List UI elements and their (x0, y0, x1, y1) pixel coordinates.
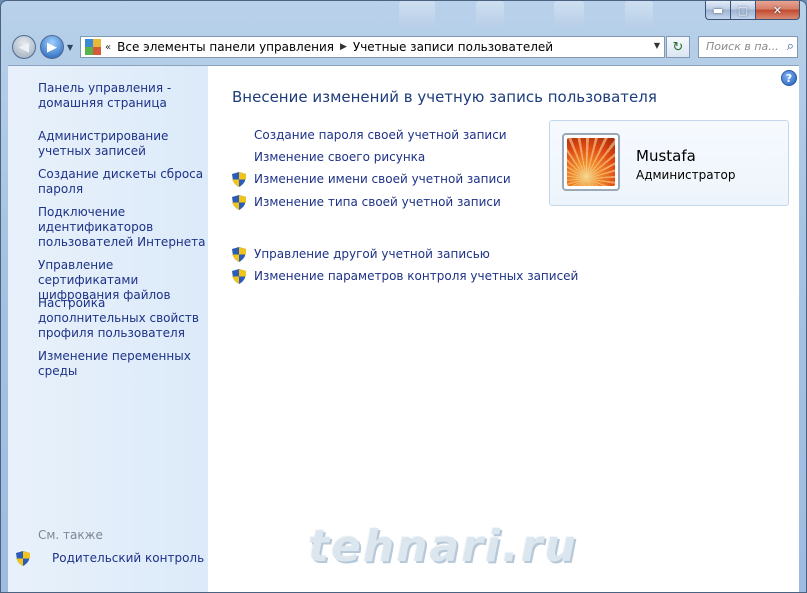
uac-shield-icon (16, 551, 30, 566)
maximize-icon: ▢ (737, 3, 749, 17)
manage-another-account-link[interactable]: Управление другой учетной записью (254, 247, 490, 261)
taskbar-ghost (625, 1, 653, 27)
forward-button[interactable]: ▶ (40, 35, 64, 59)
avatar-image (567, 138, 615, 186)
create-password-link[interactable]: Создание пароля своей учетной записи (254, 128, 507, 142)
close-icon: ✕ (772, 3, 783, 17)
user-role: Администратор (636, 168, 736, 182)
sidebar-item-admin-accounts[interactable]: Администрирование учетных записей (38, 129, 210, 159)
change-picture-link[interactable]: Изменение своего рисунка (254, 150, 425, 164)
content-area: Панель управления - домашняя страница Ад… (8, 65, 799, 592)
window-controls: ▬ ▢ ✕ (705, 1, 800, 20)
uac-shield-icon (232, 195, 246, 210)
parental-control-link[interactable]: Родительский контроль (16, 551, 204, 566)
uac-shield-icon (232, 269, 246, 284)
watermark: tehnari.ru (308, 521, 578, 572)
uac-settings-link[interactable]: Изменение параметров контроля учетных за… (254, 269, 578, 283)
see-also-heading: См. также (38, 528, 103, 542)
control-panel-icon (85, 39, 101, 55)
close-button[interactable]: ✕ (756, 1, 800, 20)
taskbar-ghost (554, 1, 584, 27)
back-button[interactable]: ◀ (12, 35, 36, 59)
breadcrumb-item[interactable]: Все элементы панели управления (117, 40, 334, 54)
change-account-name-link[interactable]: Изменение имени своей учетной записи (254, 172, 511, 186)
user-account-card: Mustafa Администратор (549, 120, 789, 206)
sidebar-item-profile-properties[interactable]: Настройка дополнительных свойств профиля… (38, 296, 210, 341)
uac-shield-icon (232, 247, 246, 262)
address-bar[interactable]: « Все элементы панели управления ▶ Учетн… (80, 36, 665, 58)
taskbar-ghost (399, 1, 435, 27)
breadcrumb-overflow[interactable]: « (105, 42, 111, 53)
sidebar-item-env-variables[interactable]: Изменение переменных среды (38, 349, 210, 379)
sidebar-item-online-ids[interactable]: Подключение идентификаторов пользователе… (38, 205, 210, 250)
help-button[interactable]: ? (781, 70, 797, 86)
taskbar-ghost (476, 1, 504, 27)
title-bar[interactable]: ▬ ▢ ✕ (1, 1, 806, 30)
help-icon: ? (785, 71, 793, 85)
search-placeholder: Поиск в па... (706, 40, 779, 53)
search-input[interactable]: Поиск в па... ⌕ (698, 36, 798, 58)
uac-shield-icon (232, 172, 246, 187)
maximize-button[interactable]: ▢ (731, 1, 756, 20)
chevron-right-icon[interactable]: ▶ (340, 42, 347, 52)
avatar (562, 133, 620, 191)
refresh-icon: ↻ (672, 39, 684, 55)
navigation-bar: ◀ ▶ ▼ « Все элементы панели управления ▶… (1, 30, 806, 65)
page-title: Внесение изменений в учетную запись поль… (232, 88, 657, 106)
main-panel: ? Внесение изменений в учетную запись по… (208, 66, 799, 592)
sidebar: Панель управления - домашняя страница Ад… (8, 66, 210, 592)
user-name: Mustafa (636, 147, 696, 165)
address-dropdown[interactable]: ▼ (654, 41, 660, 50)
change-account-type-link[interactable]: Изменение типа своей учетной записи (254, 195, 501, 209)
minimize-icon: ▬ (712, 3, 724, 17)
breadcrumb-item-current[interactable]: Учетные записи пользователей (353, 40, 553, 54)
refresh-button[interactable]: ↻ (666, 36, 690, 58)
arrow-left-icon: ◀ (19, 39, 29, 55)
sidebar-item-home[interactable]: Панель управления - домашняя страница (38, 81, 210, 111)
sidebar-item-reset-disk[interactable]: Создание дискеты сброса пароля (38, 167, 210, 197)
control-panel-window: ▬ ▢ ✕ ◀ ▶ ▼ « Все элементы панели управл… (0, 0, 807, 593)
minimize-button[interactable]: ▬ (705, 1, 731, 20)
parental-control-label[interactable]: Родительский контроль (52, 551, 224, 566)
search-icon[interactable]: ⌕ (787, 39, 794, 54)
recent-pages-dropdown[interactable]: ▼ (67, 43, 73, 52)
arrow-right-icon: ▶ (47, 39, 57, 55)
